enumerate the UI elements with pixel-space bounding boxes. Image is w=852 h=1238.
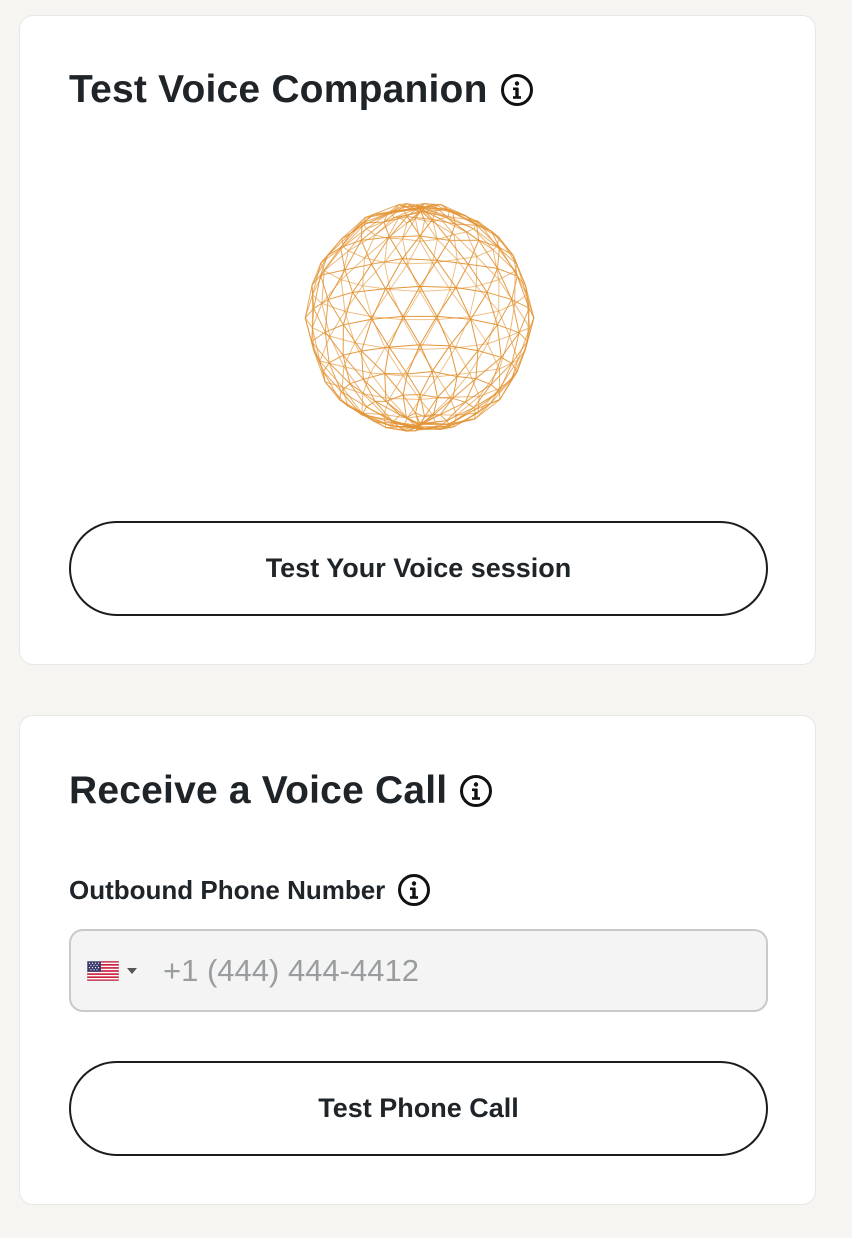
voice-companion-title-text: Test Voice Companion (69, 68, 488, 111)
test-phone-call-button[interactable]: Test Phone Call (69, 1061, 768, 1156)
phone-number-field (69, 929, 768, 1012)
phone-field-label: Outbound Phone Number (69, 873, 431, 907)
chevron-down-icon (127, 967, 137, 974)
phone-field-label-text: Outbound Phone Number (69, 874, 386, 905)
us-flag-icon (87, 960, 119, 981)
voice-companion-card: Test Voice Companion Test Your Voice ses… (19, 15, 816, 665)
test-voice-session-button[interactable]: Test Your Voice session (69, 521, 768, 616)
phone-number-input[interactable] (163, 952, 723, 989)
country-code-select[interactable] (87, 960, 137, 981)
orb-mesh (304, 203, 535, 432)
voice-companion-title: Test Voice Companion (69, 68, 534, 112)
info-icon[interactable] (459, 774, 493, 808)
voice-call-title: Receive a Voice Call (69, 769, 493, 813)
voice-call-card: Receive a Voice Call Outbound Phone Numb… (19, 715, 816, 1205)
info-icon[interactable] (397, 873, 431, 907)
voice-orb-icon (300, 198, 540, 438)
info-icon[interactable] (500, 73, 534, 107)
voice-call-title-text: Receive a Voice Call (69, 769, 448, 812)
